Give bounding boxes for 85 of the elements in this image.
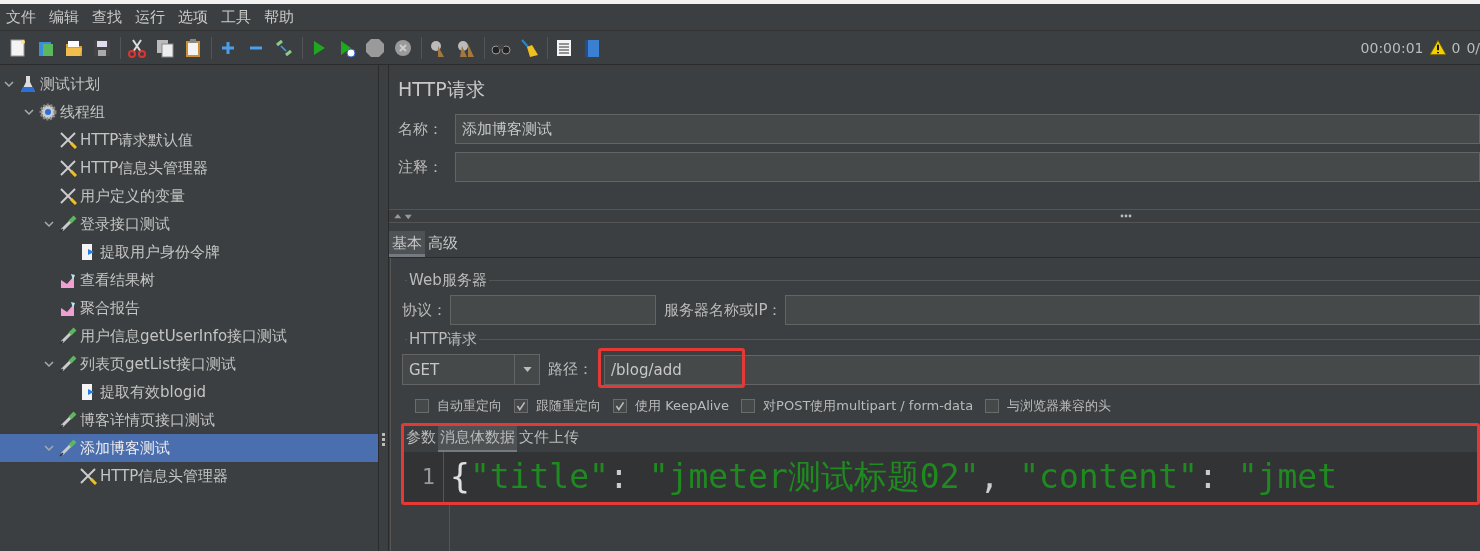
splitter-handle[interactable] [382, 433, 385, 447]
comment-field[interactable] [455, 152, 1480, 182]
cut-icon[interactable] [127, 37, 147, 58]
tree-item[interactable]: HTTP请求默认值 [0, 126, 378, 154]
warning-icon[interactable] [1429, 39, 1448, 56]
field-label: 名称： [398, 119, 444, 139]
pipette-icon [59, 411, 77, 429]
log-icon[interactable] [554, 37, 574, 58]
copy-icon[interactable] [155, 37, 175, 58]
pipette-icon [59, 439, 77, 457]
help-icon[interactable] [582, 37, 602, 58]
section-title: HTTP请求 [407, 330, 480, 349]
tree-item[interactable]: 登录接口测试 [0, 210, 378, 238]
checkbox-option[interactable]: 对POST使用multipart / form-data [741, 397, 974, 415]
chevron-icon[interactable] [4, 79, 14, 89]
save-icon[interactable] [92, 37, 112, 58]
chart-icon [59, 271, 77, 289]
tree-item[interactable]: 查看结果树 [0, 266, 378, 294]
tree-item[interactable]: 博客详情页接口测试 [0, 406, 378, 434]
tree-item[interactable]: 用户定义的变量 [0, 182, 378, 210]
menu-item[interactable]: 查找 [92, 7, 122, 27]
menu-item[interactable]: 工具 [221, 7, 251, 27]
line-number: 1 [404, 452, 444, 502]
tree-item[interactable]: HTTP信息头管理器 [0, 462, 378, 490]
broom-icon[interactable] [519, 37, 539, 58]
name-field[interactable]: 添加博客测试 [455, 114, 1480, 144]
method-dropdown[interactable]: GET [402, 354, 540, 385]
tools-icon [79, 467, 97, 485]
menu-item[interactable]: 帮助 [264, 7, 294, 27]
protocol-field[interactable] [450, 295, 656, 325]
tree-item[interactable]: 添加博客测试 [0, 434, 378, 462]
field-label: 协议： [402, 300, 447, 320]
new-file-icon[interactable] [8, 37, 28, 58]
tab[interactable]: 基本 [389, 231, 425, 257]
checkbox-option[interactable]: 自动重定向 [415, 397, 502, 415]
pipette-icon [59, 327, 77, 345]
tree-item[interactable]: 测试计划 [0, 70, 378, 98]
checkbox-option[interactable]: 跟随重定向 [514, 397, 601, 415]
path-field[interactable]: /blog/add [604, 354, 1480, 385]
tools-icon [59, 187, 77, 205]
warning-count: 0 [1451, 39, 1461, 56]
tools-icon [59, 159, 77, 177]
tree-item[interactable]: 列表页getList接口测试 [0, 350, 378, 378]
tree-item[interactable]: 聚合报告 [0, 294, 378, 322]
tab[interactable]: 文件上传 [517, 426, 581, 452]
check-icon [515, 400, 527, 412]
flask-icon [19, 75, 37, 93]
field-label: 服务器名称或IP： [664, 300, 783, 320]
pipette-icon [59, 355, 77, 373]
tab[interactable]: 高级 [425, 231, 461, 257]
check-icon [614, 400, 626, 412]
caret-icon [522, 367, 532, 372]
checkbox-option[interactable]: 使用 KeepAlive [613, 397, 730, 415]
field-label: 注释： [398, 157, 444, 177]
menu-item[interactable]: 编辑 [49, 7, 79, 27]
tree-item[interactable]: 线程组 [0, 98, 378, 126]
chevron-icon[interactable] [44, 219, 54, 229]
tab[interactable]: 参数 [404, 426, 438, 452]
tree-item[interactable]: HTTP信息头管理器 [0, 154, 378, 182]
thread-count: 0/ [1466, 39, 1480, 56]
section-title: Web服务器 [407, 271, 489, 290]
tree-item[interactable]: 用户信息getUserInfo接口测试 [0, 322, 378, 350]
stop-icon[interactable] [365, 37, 385, 58]
menu-item[interactable]: 选项 [178, 7, 208, 27]
tree-item[interactable]: 提取用户身份令牌 [0, 238, 378, 266]
elapsed-time: 00:00:01 [1360, 39, 1424, 56]
chart-icon [59, 299, 77, 317]
drag-handle-icon[interactable] [1120, 214, 1132, 218]
tree-item[interactable]: 提取有效blogid [0, 378, 378, 406]
pipette-icon [59, 215, 77, 233]
paste-icon[interactable] [183, 37, 203, 58]
gear-icon [39, 103, 57, 121]
chevron-icon[interactable] [44, 359, 54, 369]
field-label: 路径： [548, 360, 593, 379]
panel-title: HTTP请求 [397, 77, 486, 102]
menu-item[interactable]: 文件 [6, 7, 36, 27]
server-field[interactable] [785, 295, 1480, 325]
menu-item[interactable]: 运行 [135, 7, 165, 27]
checkbox-option[interactable]: 与浏览器兼容的头 [985, 397, 1112, 415]
collapse-arrows-icon[interactable] [392, 212, 414, 220]
chevron-icon[interactable] [24, 107, 34, 117]
shutdown-icon[interactable] [393, 37, 413, 58]
tools-icon [59, 131, 77, 149]
code-line[interactable]: {"title": "jmeter测试标题02", "content": "jmet [444, 452, 1338, 502]
tab[interactable]: 消息体数据 [438, 426, 517, 452]
